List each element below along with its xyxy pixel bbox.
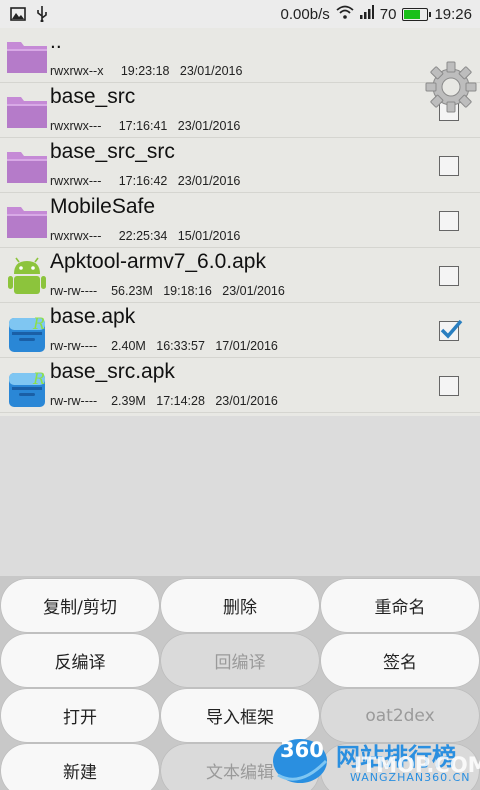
file-row-parent[interactable]: .. rwxrwx--x 19:23:18 23/01/2016 [0,28,480,83]
folder-icon [6,147,48,185]
file-meta: rwxrwx--x 19:23:18 23/01/2016 [50,64,243,78]
folder-icon [6,202,48,240]
file-checkbox-checked[interactable] [439,319,463,341]
file-name: base.apk [50,305,136,328]
watermark-subtitle: WANGZHAN360.CN [350,771,471,784]
file-meta: rwxrwx--- 17:16:42 23/01/2016 [50,174,241,188]
file-row[interactable]: base_src rwxrwx--- 17:16:41 23/01/2016 [0,83,480,138]
clock: 19:26 [434,5,472,23]
apk-package-icon: R [6,312,48,352]
settings-gear-icon[interactable] [424,60,478,114]
wifi-icon [336,5,354,23]
file-meta: rw-rw---- 56.23M 19:18:16 23/01/2016 [50,284,285,298]
file-checkbox[interactable] [439,156,459,176]
apk-package-icon: R [6,367,48,407]
delete-button[interactable]: 删除 [161,579,319,632]
file-row[interactable]: base_src_src rwxrwx--- 17:16:42 23/01/20… [0,138,480,193]
usb-icon [36,6,48,26]
decompile-button[interactable]: 反编译 [1,634,159,687]
file-name: base_src.apk [50,360,175,383]
file-checkbox[interactable] [439,211,459,231]
file-name: Apktool-armv7_6.0.apk [50,250,266,273]
file-row[interactable]: R base_src.apk rw-rw---- 2.39M 17:14:28 … [0,358,480,413]
file-checkbox[interactable] [439,266,459,286]
status-bar: 0.00b/s 70 19:26 [0,0,480,28]
signal-icon [359,5,374,23]
file-meta: rw-rw---- 2.39M 17:14:28 23/01/2016 [50,394,278,408]
battery-icon [402,7,432,21]
sign-button[interactable]: 签名 [321,634,479,687]
network-speed: 0.00b/s [280,5,330,23]
file-name: MobileSafe [50,195,156,218]
checkmark-icon [440,319,463,339]
file-list: .. rwxrwx--x 19:23:18 23/01/2016 base_sr… [0,28,480,416]
file-checkbox[interactable] [439,376,459,396]
folder-icon [6,92,48,130]
file-name: base_src [50,85,136,108]
svg-text:R: R [32,369,45,388]
watermark-logo-text: 360 [280,738,324,762]
recompile-button[interactable]: 回编译 [161,634,319,687]
android-icon [6,257,48,295]
file-row[interactable]: R base.apk rw-rw---- 2.40M 16:33:57 17/0… [0,303,480,358]
svg-text:R: R [32,314,45,333]
folder-icon [6,37,48,75]
image-notification-icon [10,7,26,25]
file-meta: rw-rw---- 2.40M 16:33:57 17/01/2016 [50,339,278,353]
file-row[interactable]: MobileSafe rwxrwx--- 22:25:34 15/01/2016 [0,193,480,248]
copy-cut-button[interactable]: 复制/剪切 [1,579,159,632]
new-button[interactable]: 新建 [1,744,159,790]
empty-area [0,416,480,576]
file-meta: rwxrwx--- 17:16:41 23/01/2016 [50,119,241,133]
battery-percent: 70 [379,5,397,23]
watermark: 360 网站排行榜 ITMOP.COM WANGZHAN360.CN [270,733,480,790]
rename-button[interactable]: 重命名 [321,579,479,632]
file-meta: rwxrwx--- 22:25:34 15/01/2016 [50,229,241,243]
file-name: base_src_src [50,140,175,163]
file-name: .. [50,30,62,53]
open-button[interactable]: 打开 [1,689,159,742]
file-row[interactable]: Apktool-armv7_6.0.apk rw-rw---- 56.23M 1… [0,248,480,303]
